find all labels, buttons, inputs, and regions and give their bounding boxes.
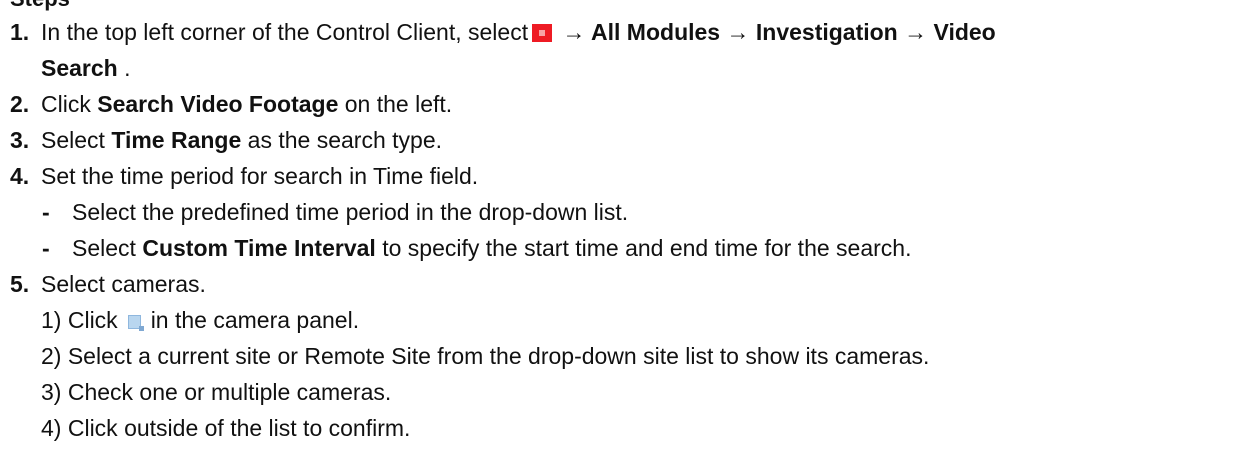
substep-item: 2) Select a current site or Remote Site … (41, 338, 929, 374)
bold-term: Search (41, 55, 118, 81)
substep-text: in the camera panel. (150, 307, 360, 333)
substep-number: 1) (41, 307, 62, 333)
step-number: 5. (10, 271, 30, 297)
step-text: Click (41, 91, 98, 117)
substep-item: 3) Check one or multiple cameras. (41, 374, 391, 410)
bullet-text: Select the predefined time period in the… (72, 199, 629, 225)
step-text: Select cameras. (41, 271, 206, 297)
step-text: . (117, 55, 131, 81)
step-number: 3. (10, 127, 30, 153)
substep-number: 4) (41, 415, 62, 441)
bold-term: Investigation (755, 19, 898, 45)
step-number: 2. (10, 91, 30, 117)
bold-term: Video (933, 19, 996, 45)
step-4: 4. Set the time period for search in Time… (10, 158, 478, 194)
bullet-dash: - (42, 235, 50, 261)
bullet-text: to specify the start time and end time f… (375, 235, 912, 261)
bullet-dash: - (42, 199, 50, 225)
substep-number: 3) (41, 379, 62, 405)
arrow: → (556, 19, 592, 45)
substep-text: Click outside of the list to confirm. (61, 415, 411, 441)
bold-term: All Modules (591, 19, 721, 45)
bullet-text: Select (72, 235, 143, 261)
step-2: 2. Click Search Video Footage on the left… (10, 86, 452, 122)
substep-item: 1) Click in the camera panel. (41, 302, 359, 338)
step-text: In the top left corner of the Control Cl… (41, 19, 529, 45)
step-continuation: Search . (41, 50, 131, 86)
bold-term: Time Range (111, 127, 242, 153)
step-3: 3. Select Time Range as the search type. (10, 122, 442, 158)
step-5: 5. Select cameras. (10, 266, 206, 302)
camera-select-icon (127, 315, 144, 331)
step-text: on the left. (338, 91, 453, 117)
substep-text: Select a current site or Remote Site fro… (61, 343, 930, 369)
red-menu-icon (532, 24, 553, 42)
step-number: 4. (10, 163, 30, 189)
step-1: 1. In the top left corner of the Control … (10, 14, 996, 81)
document-page: Steps 1. In the top left corner of the Co… (0, 0, 1253, 468)
bullet-item: - Select the predefined time period in th… (40, 194, 628, 230)
section-heading: Steps (10, 0, 70, 12)
arrow: → (897, 19, 934, 45)
substep-number: 2) (41, 343, 62, 369)
substep-text: Check one or multiple cameras. (61, 379, 392, 405)
bold-term: Search Video Footage (97, 91, 339, 117)
bold-term: Custom Time Interval (142, 235, 376, 261)
step-text: Set the time period for search in Time f… (41, 163, 479, 189)
substep-text: Click (61, 307, 118, 333)
step-number: 1. (10, 19, 30, 45)
arrow: → (720, 19, 756, 45)
step-text: as the search type. (241, 127, 443, 153)
step-text: Select (41, 127, 112, 153)
bullet-item: - Select Custom Time Interval to specify … (40, 230, 911, 266)
substep-item: 4) Click outside of the list to confirm. (41, 410, 410, 446)
